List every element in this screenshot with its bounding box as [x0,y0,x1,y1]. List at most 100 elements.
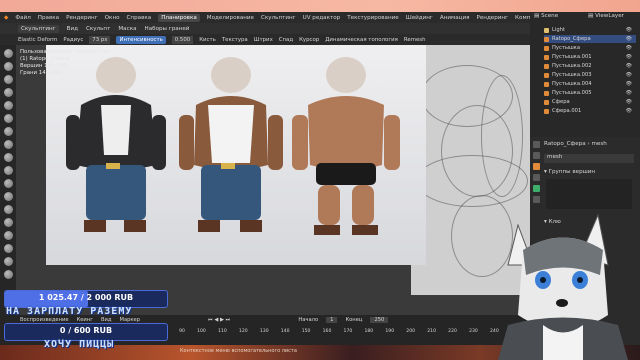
object-type-icon [544,99,549,105]
visibility-eye-icon[interactable]: 👁 [626,108,632,114]
smooth-tool-icon[interactable] [4,153,13,162]
vertex-groups-section[interactable]: ▾ Группы вершин [544,169,595,175]
timeline-tick-label: 230 [469,328,478,334]
clay-tool-icon[interactable] [4,75,13,84]
timeline-tick-label: 210 [427,328,436,334]
scene-selector[interactable]: ▤ Scene [534,13,558,19]
snake-hook-tool-icon[interactable] [4,244,13,253]
timeline-tick-label: 120 [238,328,248,334]
menu-window[interactable]: Окно [105,15,120,21]
stat-faces: Грани 145,408 [20,70,62,76]
start-frame-field[interactable]: 1 [326,317,338,323]
donation-goal-2-title: ХОЧУ ПИЦЦЫ [44,339,115,350]
play-controls[interactable]: ⏮ ◀ ▶ ⏭ [208,317,230,324]
pinch-tool-icon[interactable] [4,205,13,214]
brush-menu[interactable]: Кисть [199,37,216,43]
visibility-eye-icon[interactable]: 👁 [626,90,632,96]
timeline-tick-label: 100 [197,328,206,334]
texture-menu[interactable]: Текстура [222,37,248,43]
elastic-deform-tool-icon[interactable] [4,231,13,240]
menu-face-sets[interactable]: Наборы граней [145,26,190,32]
timeline-tick-label: 190 [385,328,395,334]
thumb-tool-icon[interactable] [4,257,13,266]
menu-render[interactable]: Рендеринг [66,15,98,21]
strength-field[interactable]: 0.500 [171,35,194,44]
tab-shading[interactable]: Шейдинг [406,15,433,21]
outliner-item[interactable]: Light 👁 [544,26,636,34]
outliner-item[interactable]: Сфера.001 👁 [544,107,636,115]
outliner-item[interactable]: Пустышка.002 👁 [544,62,636,70]
viewport-info-overlay: Пользовательская перспектива (1) Ratopo_… [20,49,111,77]
fill-tool-icon[interactable] [4,179,13,188]
outliner-panel: ▤ Scene ▤ ViewLayer Light 👁 Ratopo_Сфера 👁 П… [530,12,640,137]
menu-file[interactable]: Файл [15,15,30,21]
menu-view[interactable]: Вид [67,26,78,32]
menu-sculpt[interactable]: Скульпт [86,26,110,32]
viewport-header: Скульптинг Вид Скульпт Маска Наборы гран… [0,23,530,34]
mesh-data-field[interactable]: mesh [544,154,634,163]
radius-field[interactable]: 73 px [89,35,111,44]
visibility-eye-icon[interactable]: 👁 [626,63,632,69]
scrape-tool-icon[interactable] [4,192,13,201]
timeline-tick-label: 200 [406,328,416,334]
menu-mask[interactable]: Маска [118,26,136,32]
visibility-eye-icon[interactable]: 👁 [626,99,632,105]
strength-label[interactable]: Интенсивность [116,35,166,44]
brush-selector[interactable]: Elastic Deform [18,37,57,43]
timeline-tick-label: 220 [448,328,457,334]
mode-selector[interactable]: Скульптинг [18,24,59,33]
tab-rendering[interactable]: Рендеринг [476,15,508,21]
visibility-eye-icon[interactable]: 👁 [626,54,632,60]
menu-edit[interactable]: Правка [38,15,59,21]
outliner-item[interactable]: Пустышка.001 👁 [544,53,636,61]
falloff-menu[interactable]: Спад [279,37,293,43]
vtuber-husky-avatar [498,213,628,360]
blender-logo-icon[interactable]: ◆ [4,15,8,21]
end-frame-field[interactable]: 250 [370,317,389,323]
visibility-eye-icon[interactable]: 👁 [626,45,632,51]
outliner-item-label: Сфера.001 [552,108,582,114]
tab-modeling[interactable]: Моделирование [207,15,254,21]
draw-sharp-tool-icon[interactable] [4,62,13,71]
grab-tool-icon[interactable] [4,218,13,227]
outliner-item-label: Пустышка.004 [552,81,592,87]
donation-goal-2-amount: 0 / 600 RUB [59,326,113,335]
menu-help[interactable]: Справка [127,15,152,21]
donation-goal-1-title: НА ЗАРПЛАТУ РАЗЕМУ [6,306,133,317]
outliner-item[interactable]: Пустышка.005 👁 [544,89,636,97]
tab-uv[interactable]: UV редактор [303,15,341,21]
object-type-icon [544,54,549,60]
blob-tool-icon[interactable] [4,127,13,136]
visibility-eye-icon[interactable]: 👁 [626,72,632,78]
inflate-tool-icon[interactable] [4,114,13,123]
tab-sculpting[interactable]: Скульптинг [261,15,296,21]
outliner-item[interactable]: Пустышка 👁 [544,44,636,52]
layer-tool-icon[interactable] [4,101,13,110]
cursor-menu[interactable]: Курсор [299,37,319,43]
visibility-eye-icon[interactable]: 👁 [626,27,632,33]
outliner-item[interactable]: Ratopo_Сфера 👁 [544,35,636,43]
tab-layout[interactable]: Планировка [158,13,200,22]
outliner-item[interactable]: Пустышка.004 👁 [544,80,636,88]
draw-tool-icon[interactable] [4,49,13,58]
flatten-tool-icon[interactable] [4,166,13,175]
outliner-item[interactable]: Сфера 👁 [544,98,636,106]
tab-texture-paint[interactable]: Текстурирование [347,15,399,21]
radius-label: Радиус [63,36,84,43]
tab-animation[interactable]: Анимация [440,15,470,21]
stroke-menu[interactable]: Штрих [254,37,273,43]
blender-menu-bar: ◆ Файл Правка Рендеринг Окно Справка Пла… [0,12,568,23]
3d-viewport[interactable] [16,45,530,315]
outliner-item-label: Ratopo_Сфера [552,36,591,42]
remesh-menu[interactable]: Remesh [404,37,426,43]
viewlayer-selector[interactable]: ▤ ViewLayer [588,13,624,19]
view-perspective-label: Пользовательская перспектива [20,49,111,55]
visibility-eye-icon[interactable]: 👁 [626,81,632,87]
clay-strips-tool-icon[interactable] [4,88,13,97]
outliner-item[interactable]: Пустышка.003 👁 [544,71,636,79]
crease-tool-icon[interactable] [4,140,13,149]
timeline-tick-label: 150 [301,328,311,334]
pose-tool-icon[interactable] [4,270,13,279]
visibility-eye-icon[interactable]: 👁 [626,36,632,42]
dyntopo-menu[interactable]: Динамическая топология [325,37,398,43]
